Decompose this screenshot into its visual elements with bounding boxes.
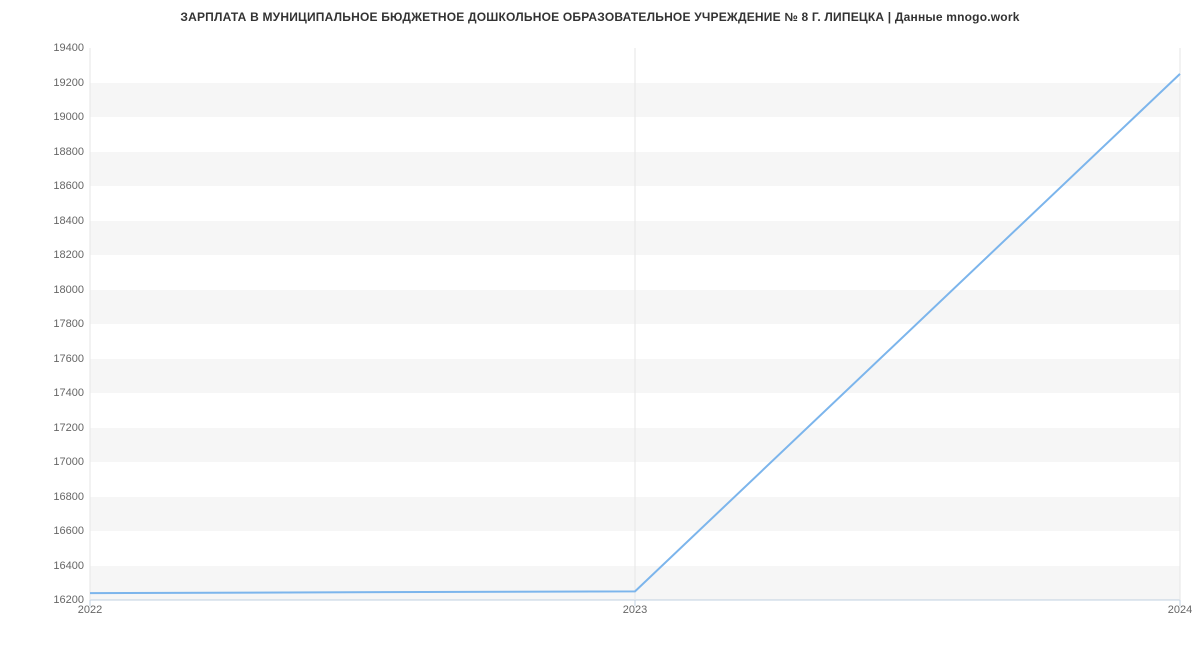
data-line xyxy=(90,48,1180,600)
y-tick-label: 19200 xyxy=(0,77,84,89)
x-tick-label: 2024 xyxy=(1168,604,1192,616)
y-tick-label: 16400 xyxy=(0,560,84,572)
y-tick-label: 17200 xyxy=(0,422,84,434)
y-tick-label: 16800 xyxy=(0,491,84,503)
y-tick-label: 17600 xyxy=(0,353,84,365)
y-tick-label: 16600 xyxy=(0,525,84,537)
y-tick-label: 17400 xyxy=(0,387,84,399)
x-tick-label: 2023 xyxy=(623,604,647,616)
y-tick-label: 19000 xyxy=(0,111,84,123)
y-tick-label: 19400 xyxy=(0,42,84,54)
y-tick-label: 17000 xyxy=(0,456,84,468)
y-axis: 1620016400166001680017000172001740017600… xyxy=(0,48,84,600)
y-tick-label: 17800 xyxy=(0,318,84,330)
y-tick-label: 18800 xyxy=(0,146,84,158)
plot-area xyxy=(90,48,1180,600)
x-tick-label: 2022 xyxy=(78,604,102,616)
y-tick-label: 16200 xyxy=(0,594,84,606)
salary-line-chart: ЗАРПЛАТА В МУНИЦИПАЛЬНОЕ БЮДЖЕТНОЕ ДОШКО… xyxy=(0,0,1200,650)
y-tick-label: 18600 xyxy=(0,180,84,192)
y-tick-label: 18000 xyxy=(0,284,84,296)
x-axis: 202220232024 xyxy=(90,604,1180,624)
y-tick-label: 18200 xyxy=(0,249,84,261)
y-tick-label: 18400 xyxy=(0,215,84,227)
chart-title: ЗАРПЛАТА В МУНИЦИПАЛЬНОЕ БЮДЖЕТНОЕ ДОШКО… xyxy=(0,10,1200,24)
